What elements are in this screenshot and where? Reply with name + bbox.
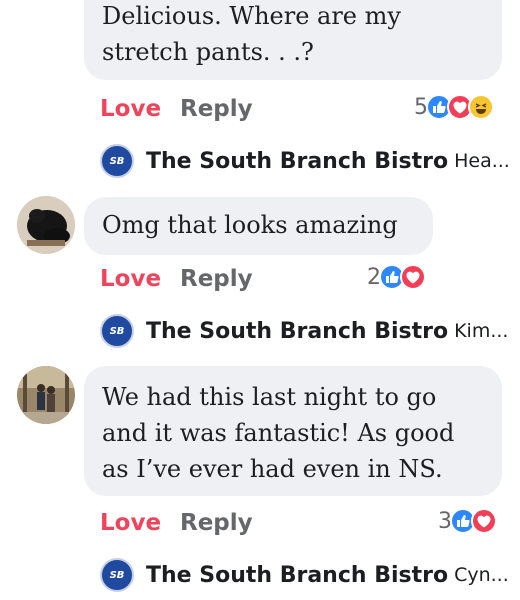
reaction-summary[interactable]: 5	[414, 94, 494, 120]
comment-text-line: as I’ve ever had even in NS.	[102, 455, 443, 483]
reply-preview-row[interactable]: SB The South Branch Bistro Cyn...	[100, 555, 509, 595]
avatar[interactable]	[17, 366, 75, 424]
comment-bubble: Omg that looks amazing	[84, 197, 433, 255]
reply-preview-text: Cyn...	[454, 564, 509, 586]
love-button[interactable]: Love	[100, 510, 161, 536]
comment-text-line: stretch pants. . .?	[102, 38, 314, 66]
reply-preview-row[interactable]: SB The South Branch Bistro Hea...	[100, 141, 510, 181]
comment-text-line: Omg that looks amazing	[102, 211, 398, 239]
page-logo: SB	[100, 558, 134, 592]
comment-text-line: We had this last night to go	[102, 383, 437, 411]
heart-reaction-icon	[471, 508, 497, 534]
reply-preview-text: Hea...	[454, 150, 510, 172]
reply-author-name[interactable]: The South Branch Bistro	[146, 563, 448, 588]
page-logo: SB	[100, 144, 134, 178]
reply-button[interactable]: Reply	[180, 510, 253, 536]
comment-bubble: Delicious. Where are my stretch pants. .…	[84, 0, 502, 80]
comment-text-line: and it was fantastic! As good	[102, 419, 455, 447]
love-button[interactable]: Love	[100, 96, 161, 122]
comment-text-line: Delicious. Where are my	[102, 2, 401, 30]
reply-button[interactable]: Reply	[180, 266, 253, 292]
reply-author-name[interactable]: The South Branch Bistro	[146, 319, 448, 344]
page-logo-text: SB	[109, 325, 125, 337]
love-button[interactable]: Love	[100, 266, 161, 292]
reaction-summary[interactable]: 2	[367, 264, 426, 290]
reply-preview-text: Kim...	[454, 320, 509, 342]
page-logo-text: SB	[109, 569, 125, 581]
reply-preview-row[interactable]: SB The South Branch Bistro Kim...	[100, 311, 508, 351]
page-logo-text: SB	[109, 155, 125, 167]
avatar[interactable]	[17, 196, 75, 254]
reply-button[interactable]: Reply	[180, 96, 253, 122]
haha-reaction-icon	[468, 94, 494, 120]
page-logo: SB	[100, 314, 134, 348]
comment-bubble: We had this last night to go and it was …	[84, 366, 502, 496]
reply-author-name[interactable]: The South Branch Bistro	[146, 149, 448, 174]
reaction-summary[interactable]: 3	[438, 508, 497, 534]
heart-reaction-icon	[400, 264, 426, 290]
